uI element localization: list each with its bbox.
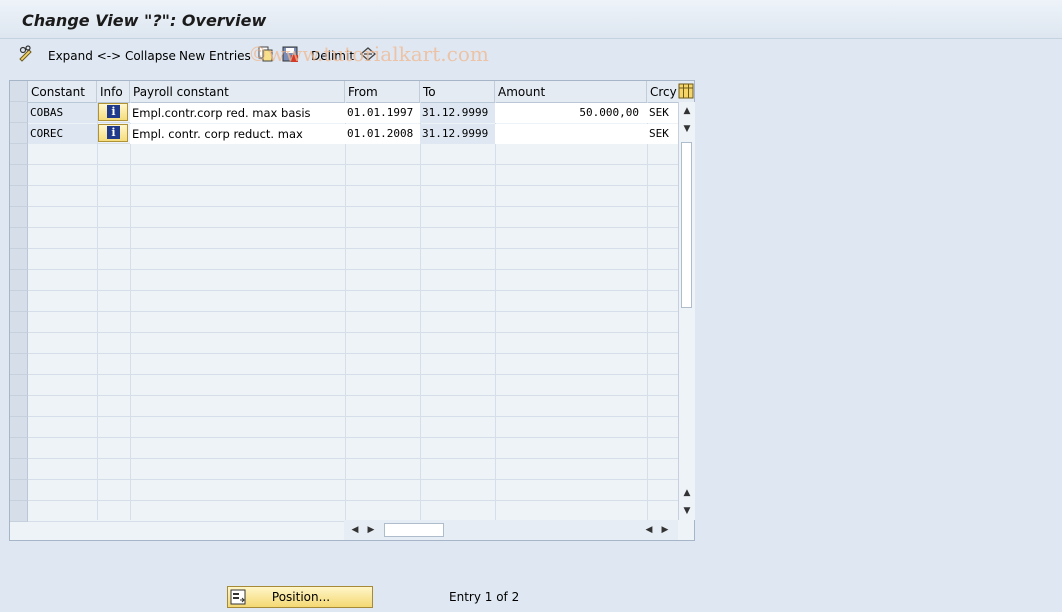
row-selector[interactable] [10,165,28,186]
scroll-left-icon[interactable]: ◀ [642,523,656,537]
grid-column-line [97,102,98,520]
position-button[interactable]: Position... [227,586,373,608]
horizontal-scrollbar[interactable]: ◀ ▶ [344,520,640,540]
scroll-down-icon[interactable]: ▼ [680,504,694,518]
row-selector[interactable] [10,396,28,417]
grid-row-line [28,500,678,501]
row-selector[interactable] [10,291,28,312]
grid-row-line [28,353,678,354]
info-icon: i [107,105,120,118]
grid-column-line [345,102,346,520]
delimit-button[interactable]: Delimit [311,47,354,65]
cell-from[interactable]: 01.01.1997 [345,103,420,123]
application-toolbar: Expand <-> Collapse New Entries Delimit [0,39,1062,71]
col-header-from[interactable]: From [345,81,420,102]
grid-row-line [28,185,678,186]
grid-row-line [28,269,678,270]
row-selector[interactable] [10,123,28,144]
grid-row-line [28,332,678,333]
scroll-left-icon[interactable]: ◀ [348,523,362,537]
col-header-crcy[interactable]: Crcy [647,81,678,102]
scroll-up-icon[interactable]: ▲ [680,104,694,118]
grid-column-line [130,102,131,520]
row-selector[interactable] [10,186,28,207]
cell-payroll-constant[interactable]: Empl.contr.corp red. max basis [130,103,345,123]
select-all-corner[interactable] [10,81,28,102]
cell-constant[interactable]: COBAS [28,103,97,123]
cell-from[interactable]: 01.01.2008 [345,124,420,144]
cell-amount[interactable]: 50.000,00 [495,103,647,123]
position-button-label: Position... [271,590,331,604]
row-selector[interactable] [10,438,28,459]
col-header-constant[interactable]: Constant [28,81,97,102]
grid-row-line [28,437,678,438]
grid-row-line [28,248,678,249]
row-selector[interactable] [10,144,28,165]
pencil-glasses-icon[interactable] [17,45,35,63]
grid-row-line [28,458,678,459]
scroll-right-icon[interactable]: ▶ [658,523,672,537]
row-selector[interactable] [10,417,28,438]
col-header-info[interactable]: Info [97,81,130,102]
cell-to[interactable]: 31.12.9999 [420,103,495,123]
vertical-scrollbar[interactable]: ▲ ▼ ▲ ▼ [678,102,695,520]
vertical-scroll-thumb[interactable] [681,142,692,308]
info-icon: i [107,126,120,139]
scroll-right-icon[interactable]: ▶ [364,523,378,537]
row-selector[interactable] [10,228,28,249]
row-selector[interactable] [10,102,28,123]
expand-collapse-button[interactable]: Expand <-> Collapse [48,47,176,65]
table-header: Constant Info Payroll constant From To A… [10,81,694,103]
horizontal-scroll-thumb[interactable] [384,523,444,537]
row-selector[interactable] [10,333,28,354]
col-header-payroll-constant[interactable]: Payroll constant [130,81,345,102]
col-header-amount[interactable]: Amount [495,81,647,102]
cell-payroll-constant[interactable]: Empl. contr. corp reduct. max [130,124,345,144]
grid-row-line [28,290,678,291]
table-settings-icon[interactable] [678,82,694,100]
row-selector[interactable] [10,312,28,333]
grid-row-line [28,311,678,312]
table-control: Constant Info Payroll constant From To A… [9,80,695,541]
cell-constant[interactable]: COREC [28,124,97,144]
grid-row-line [28,416,678,417]
grid-row-line [28,164,678,165]
cell-crcy[interactable]: SEK [647,103,678,123]
row-selector[interactable] [10,207,28,228]
page-title: Change View "?": Overview [22,11,267,30]
row-selector[interactable] [10,501,28,522]
row-selector[interactable] [10,249,28,270]
grid-column-line [420,102,421,520]
grid-row-line [28,206,678,207]
grid-column-line [495,102,496,520]
scroll-down-icon[interactable]: ▼ [680,122,694,136]
cell-crcy[interactable]: SEK [647,124,678,144]
copy-icon[interactable] [257,45,275,63]
col-header-to[interactable]: To [420,81,495,102]
scroll-up-icon[interactable]: ▲ [680,486,694,500]
row-selector[interactable] [10,459,28,480]
info-button[interactable]: i [98,103,128,121]
row-selector[interactable] [10,480,28,501]
title-bar: Change View "?": Overview [0,0,1062,39]
row-selector[interactable] [10,354,28,375]
grid-row-line [28,479,678,480]
cell-to[interactable]: 31.12.9999 [420,124,495,144]
compare-icon[interactable] [359,45,377,63]
grid-row-line [28,395,678,396]
cell-amount[interactable] [495,124,647,144]
grid-row-line [28,374,678,375]
save-icon[interactable] [281,45,299,63]
horizontal-scrollbar-fixed[interactable]: ◀ ▶ [640,520,678,540]
new-entries-button[interactable]: New Entries [179,47,251,65]
info-button[interactable]: i [98,124,128,142]
row-selector[interactable] [10,270,28,291]
row-selector[interactable] [10,375,28,396]
grid-row-line [28,227,678,228]
grid-column-line [647,102,648,520]
entry-counter: Entry 1 of 2 [449,590,520,604]
